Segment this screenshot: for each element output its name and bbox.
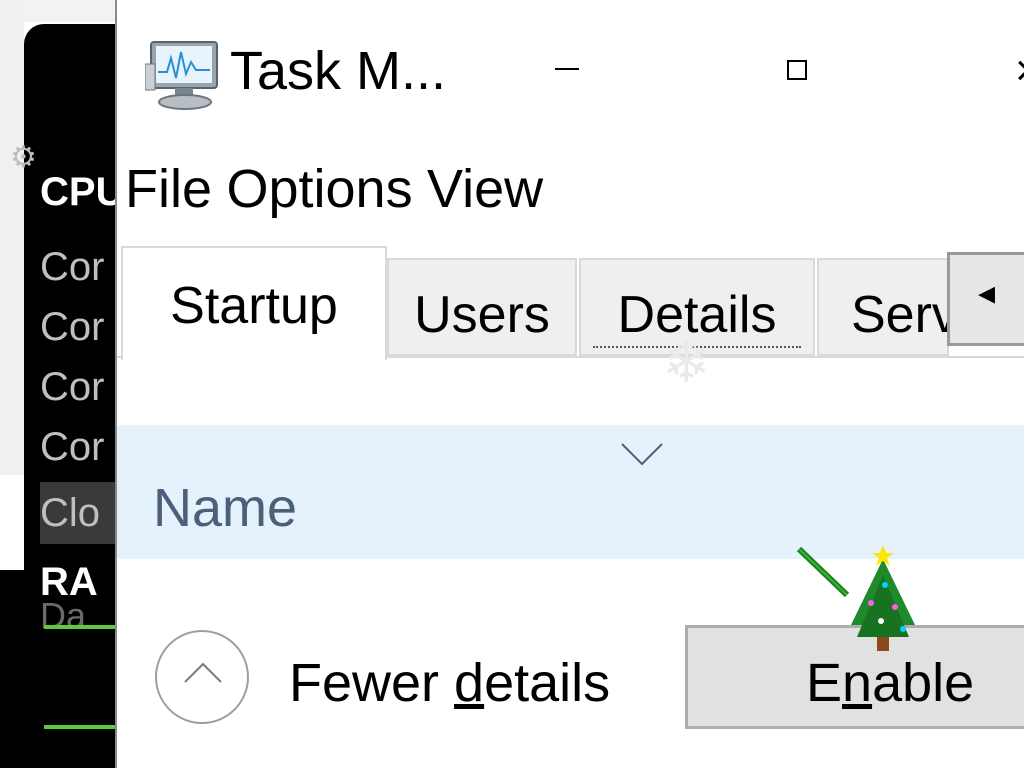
background-usage-bar <box>44 725 115 729</box>
tab-services[interactable]: Serv <box>817 258 949 356</box>
tab-label: Serv <box>851 286 949 344</box>
christmas-tree-icon <box>795 545 925 669</box>
background-desktop-white <box>0 475 24 570</box>
background-usage-bar <box>44 625 115 629</box>
column-header-name[interactable]: Name <box>153 477 297 539</box>
tab-label: Users <box>414 286 550 344</box>
fewer-details-link[interactable]: Fewer details <box>289 652 610 714</box>
caret-left-icon: ◂ <box>978 274 996 312</box>
tab-scroll-left-button[interactable]: ◂ <box>947 252 1024 346</box>
background-desktop-black <box>0 570 24 768</box>
fewer-details-accel: d <box>454 653 485 713</box>
close-icon: × <box>1015 46 1024 96</box>
chevron-up-icon[interactable] <box>155 630 249 724</box>
tab-label: Startup <box>170 277 338 335</box>
snowflake-decoration: ❄ <box>662 330 711 395</box>
background-desktop <box>0 0 24 475</box>
background-item-core: Cor <box>40 245 105 289</box>
snowflake-decoration: ✻ <box>627 258 649 288</box>
background-item-core: Cor <box>40 305 105 349</box>
fewer-details-text-end: etails <box>484 653 611 713</box>
background-item-cpu: CPU <box>40 170 120 214</box>
fewer-details-text: Fewer <box>289 653 455 713</box>
background-item-data: Da <box>40 595 87 636</box>
minimize-icon <box>555 68 579 70</box>
maximize-button[interactable] <box>767 40 827 100</box>
menu-bar: File Options View <box>125 158 553 228</box>
menu-view[interactable]: View <box>427 158 543 220</box>
chevron-down-icon <box>617 436 667 472</box>
window-title: Task M... <box>230 41 447 101</box>
tab-strip: Startup Users Details Serv ◂ <box>117 232 1024 362</box>
close-button[interactable]: × <box>997 40 1024 100</box>
menu-options[interactable]: Options <box>226 158 412 220</box>
screen: ⚙ CPU Cor Cor Cor Cor Clo RA Da Task M..… <box>0 0 1024 768</box>
maximize-icon <box>787 60 807 80</box>
menu-file[interactable]: File <box>125 158 212 220</box>
background-item-core: Cor <box>40 425 105 469</box>
title-bar[interactable]: Task M... × <box>117 0 1024 140</box>
column-header-row: Name <box>117 425 1024 559</box>
minimize-button[interactable] <box>537 40 597 100</box>
tab-startup[interactable]: Startup <box>121 246 387 360</box>
tab-users[interactable]: Users <box>387 258 577 356</box>
background-item-clock: Clo <box>40 482 120 544</box>
background-item-core: Cor <box>40 365 105 409</box>
gear-icon: ⚙ <box>10 141 37 174</box>
task-manager-icon <box>144 36 225 112</box>
